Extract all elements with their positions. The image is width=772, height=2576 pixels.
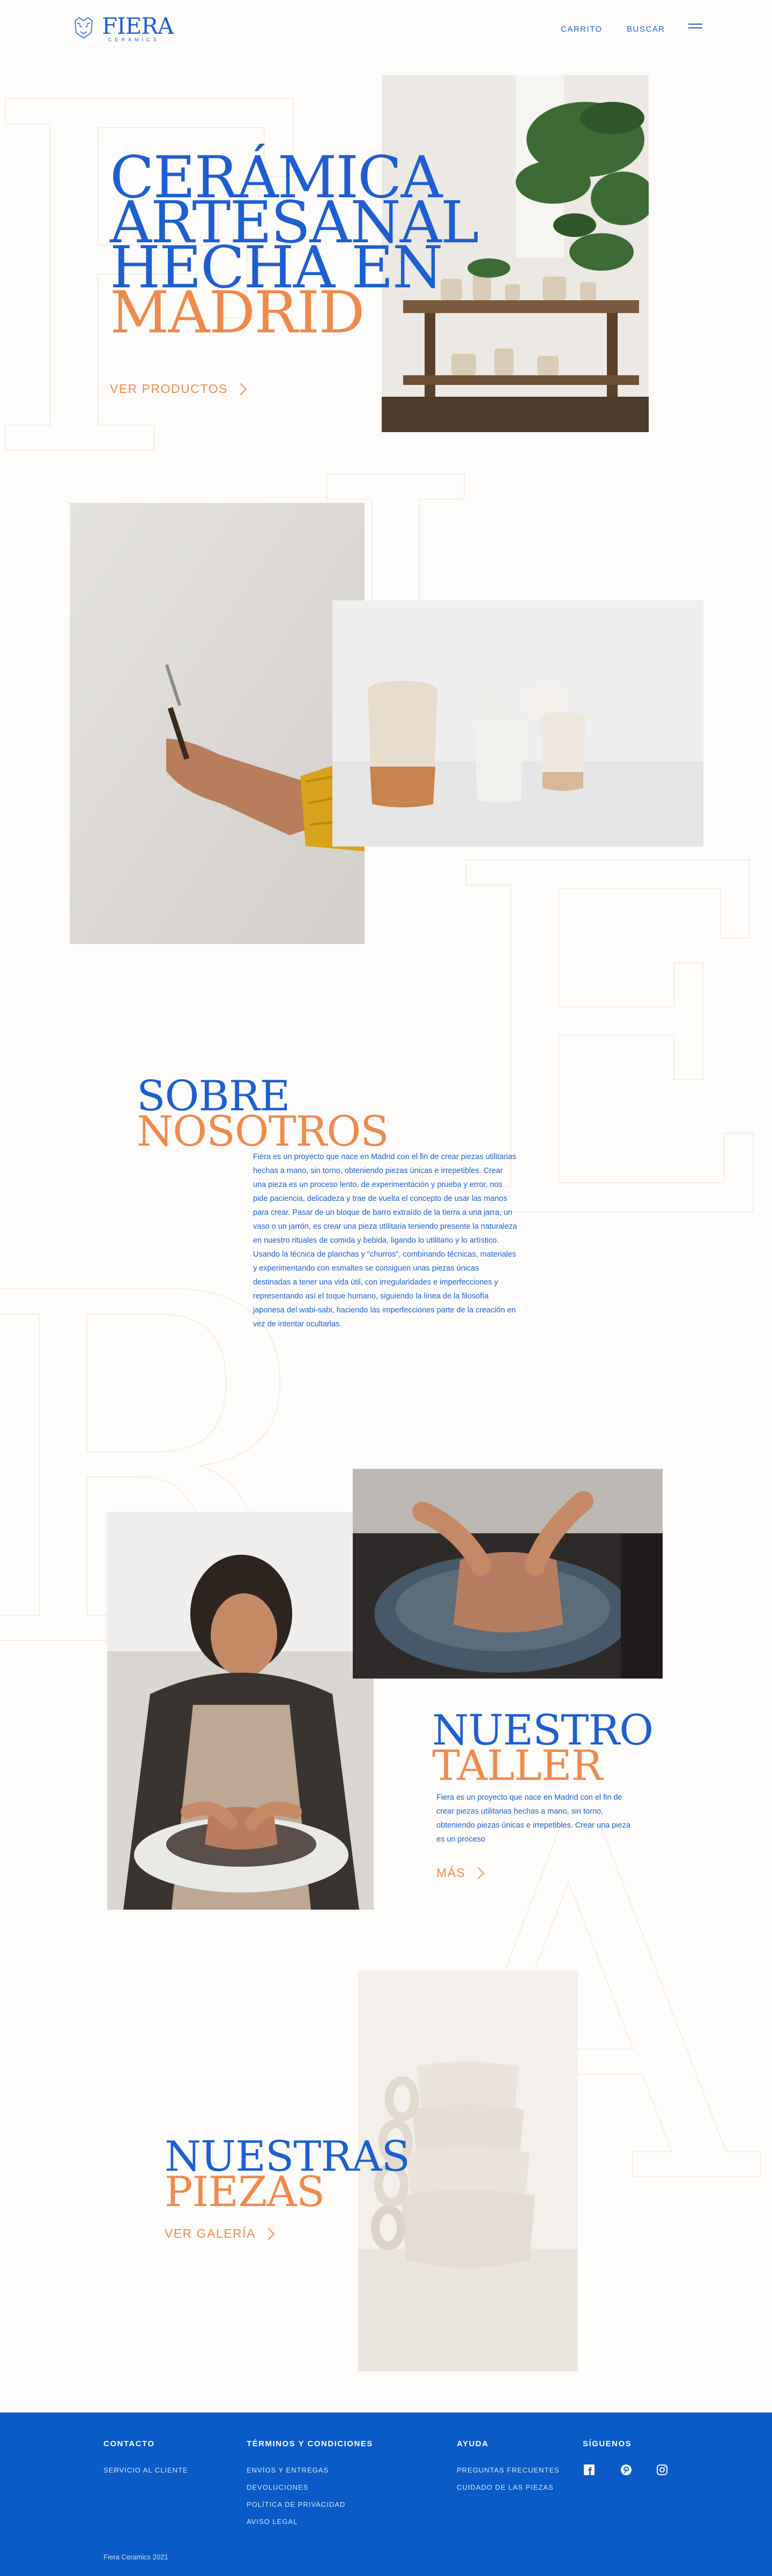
nav-cart-link[interactable]: CARRITO xyxy=(561,25,603,34)
facebook-icon[interactable] xyxy=(583,2464,595,2476)
ceramic-cups-illustration xyxy=(332,600,703,847)
wheel-closeup-image xyxy=(353,1469,663,1679)
chevron-right-icon xyxy=(234,383,247,395)
brand-tagline: CERAMICS xyxy=(108,37,160,42)
potter-at-wheel-illustration xyxy=(107,1512,374,1910)
nav-search-link[interactable]: BUSCAR xyxy=(627,25,665,34)
footer-link-care[interactable]: CUIDADO DE LAS PIEZAS xyxy=(457,2483,554,2491)
about-title-line-2: NOSOTROS xyxy=(137,1108,389,1156)
brand-logo[interactable]: FIERA CERAMICS xyxy=(71,13,183,46)
about-text: Fiera es un proyecto que nace en Madrid … xyxy=(253,1153,517,1328)
hand-with-tool-illustration xyxy=(70,503,365,944)
view-products-label: VER PRODUCTOS xyxy=(110,382,228,396)
view-gallery-label: VER GALERÍA xyxy=(165,2226,256,2240)
hero-title-highlight: MADRID xyxy=(110,279,365,346)
footer-link-shipping[interactable]: ENVÍOS Y ENTREGAS xyxy=(247,2466,329,2474)
view-products-link[interactable]: VER PRODUCTOS xyxy=(110,382,247,396)
footer-terms-heading: TÉRMINOS Y CONDICIONES xyxy=(247,2439,373,2448)
footer-contact-heading: CONTACTO xyxy=(103,2439,155,2448)
footer-copyright: Fiera Ceramics 2021 xyxy=(103,2553,168,2561)
footer-link-faq[interactable]: PREGUNTAS FRECUENTES xyxy=(457,2466,560,2474)
workshop-more-label: MÁS xyxy=(436,1866,466,1880)
chevron-right-icon xyxy=(472,1867,485,1879)
pinterest-icon[interactable] xyxy=(620,2464,632,2476)
footer-link-privacy[interactable]: POLÍTICA DE PRIVACIDAD xyxy=(247,2500,345,2508)
pieces-title: NUESTRAS PIEZAS xyxy=(165,2136,410,2213)
brand-name: FIERA xyxy=(102,13,174,39)
footer-link-returns[interactable]: DEVOLUCIONES xyxy=(247,2483,308,2491)
pottery-wheel-closeup-illustration xyxy=(353,1469,663,1679)
footer-link-customer-service[interactable]: SERVICIO AL CLIENTE xyxy=(103,2466,188,2474)
workshop-more-link[interactable]: MÁS xyxy=(436,1866,485,1880)
potter-working-image xyxy=(107,1512,374,1910)
hamburger-icon[interactable] xyxy=(688,24,702,32)
footer-link-legal[interactable]: AVISO LEGAL xyxy=(247,2518,298,2526)
workshop-title: NUESTRO TALLER xyxy=(432,1710,654,1787)
instagram-icon[interactable] xyxy=(656,2464,668,2476)
site-footer: CONTACTO SERVICIO AL CLIENTE TÉRMINOS Y … xyxy=(0,2412,772,2576)
hand-tool-image xyxy=(70,503,365,944)
workshop-text: Fiera es un proyecto que nace en Madrid … xyxy=(436,1793,630,1844)
footer-follow-heading: SÍGUENOS xyxy=(583,2439,632,2448)
ceramic-cups-image xyxy=(332,600,703,847)
view-gallery-link[interactable]: VER GALERÍA xyxy=(165,2226,275,2241)
chevron-right-icon xyxy=(262,2228,275,2240)
footer-help-heading: AYUDA xyxy=(457,2439,489,2448)
about-title: SOBRE NOSOTROS xyxy=(137,1075,389,1156)
hero-title: CERÁMICA ARTESANAL HECHA EN MADRID xyxy=(110,149,507,346)
